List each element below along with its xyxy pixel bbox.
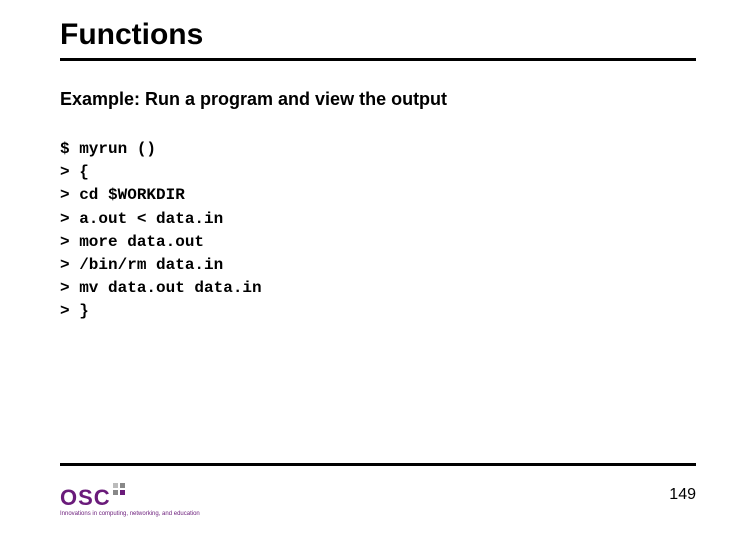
- code-example: $ myrun () > { > cd $WORKDIR > a.out < d…: [60, 138, 696, 324]
- slide-subtitle: Example: Run a program and view the outp…: [60, 89, 696, 110]
- logo-text: OSC: [60, 487, 111, 509]
- slide-title: Functions: [60, 18, 696, 61]
- osc-logo: OSC Innovations in computing, networking…: [60, 487, 200, 518]
- page-number: 149: [669, 486, 696, 504]
- footer-divider: [60, 463, 696, 466]
- logo-tagline: Innovations in computing, networking, an…: [60, 511, 200, 518]
- logo-squares-icon: [113, 483, 125, 495]
